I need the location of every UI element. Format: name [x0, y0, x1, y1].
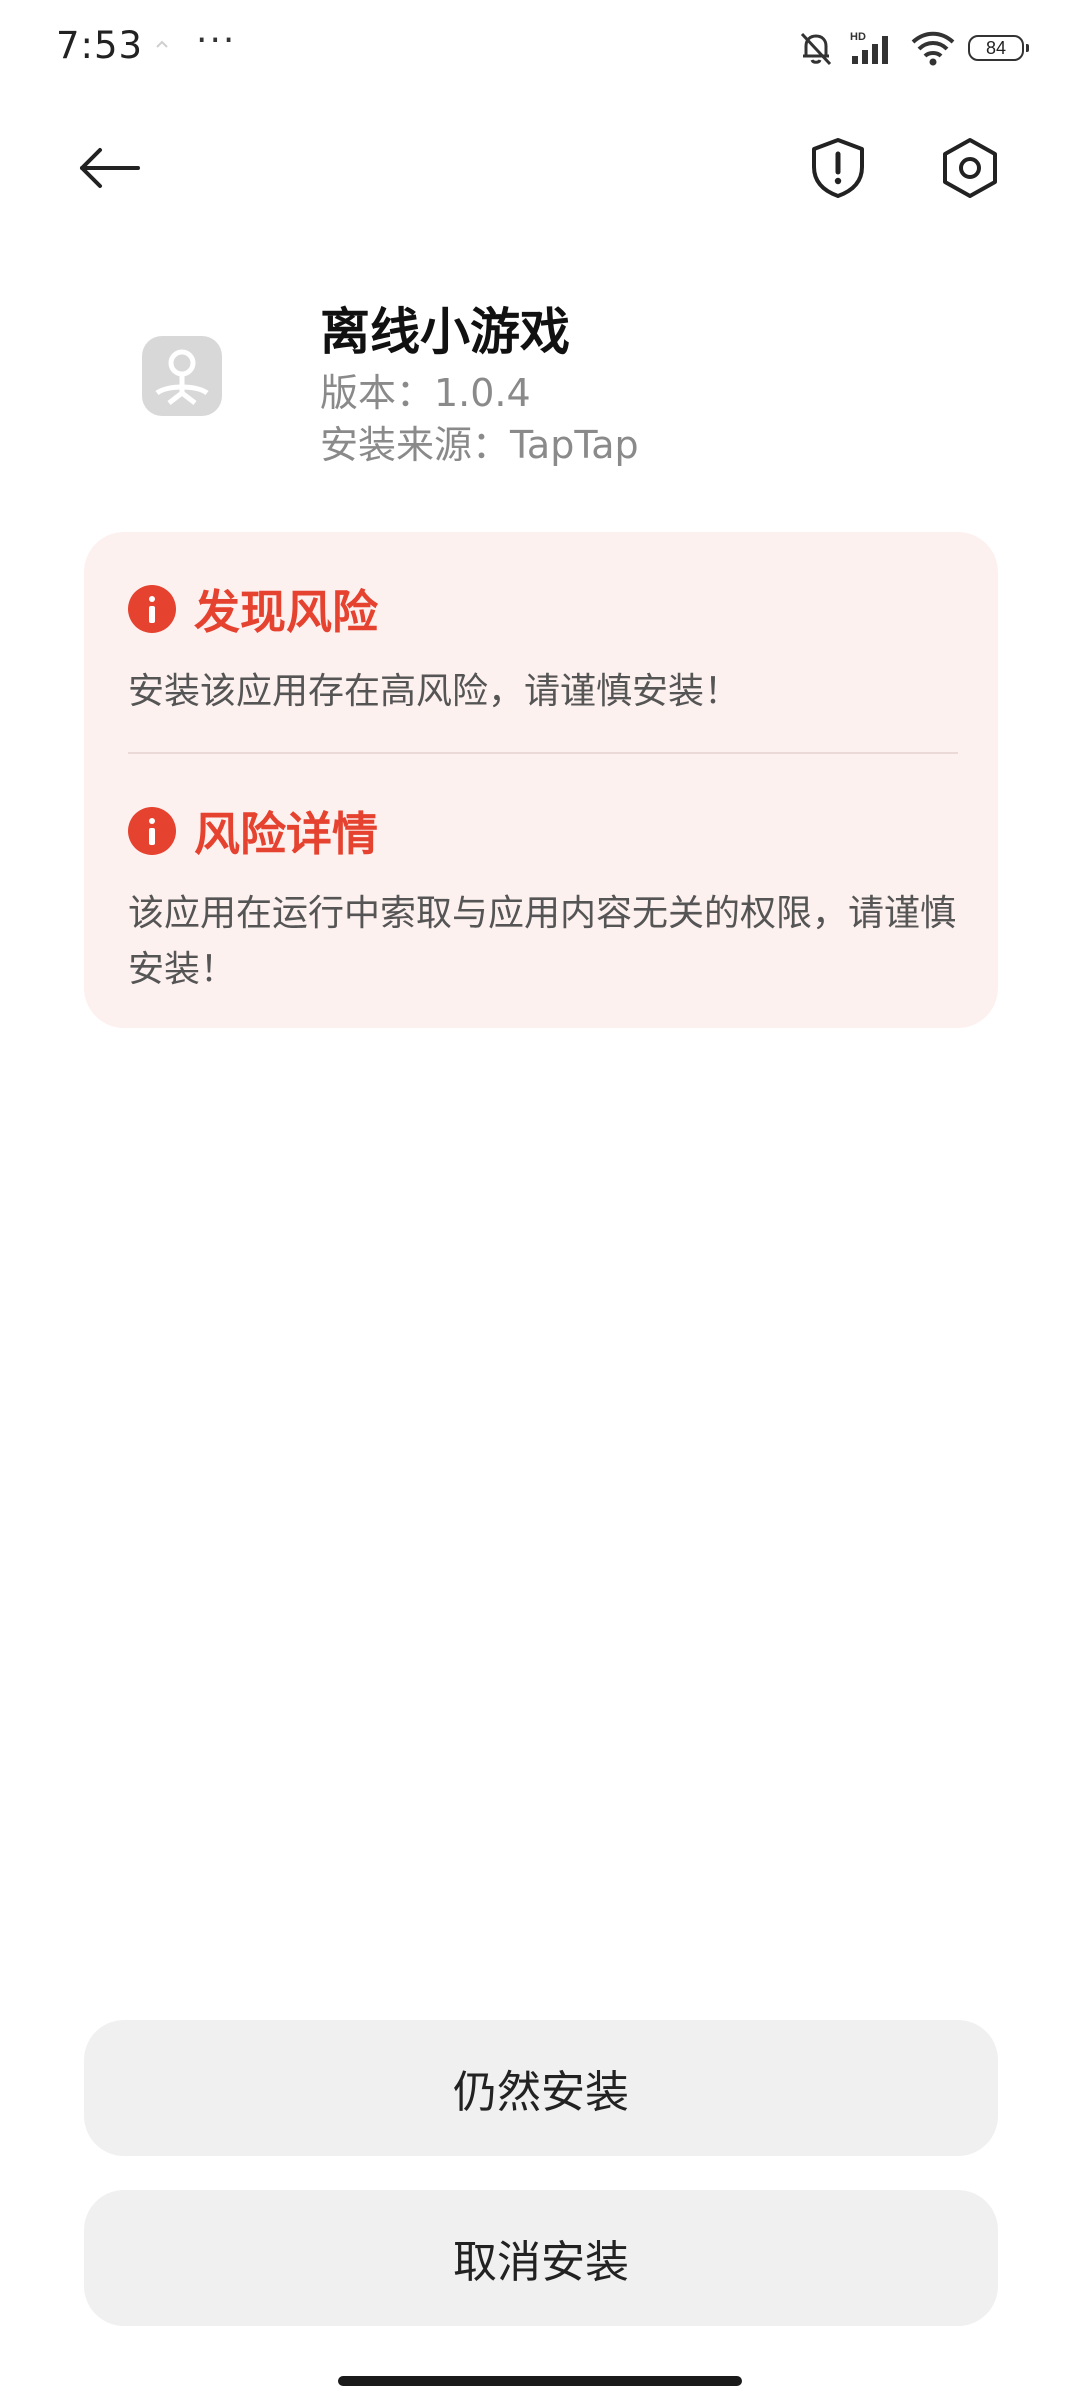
settings-button[interactable]	[932, 130, 1008, 206]
status-bar: 7:53 ··· HD 84	[0, 0, 1080, 96]
risk-details-section: 风险详情 该应用在运行中索取与应用内容无关的权限，请谨慎安装！	[128, 798, 958, 998]
app-name: 离线小游戏	[320, 303, 570, 361]
more-notifications-dots: ···	[196, 20, 237, 61]
app-logo-icon	[155, 349, 209, 405]
settings-hex-icon	[943, 138, 997, 198]
risk-card: 发现风险 安装该应用存在高风险，请谨慎安装！ 风险详情 该应用在运行中索取与应用…	[84, 532, 998, 1028]
info-alert-icon	[128, 807, 176, 855]
notification-small-icon	[156, 40, 168, 48]
battery-icon: 84	[968, 35, 1029, 61]
shield-alert-icon	[812, 138, 864, 198]
risk-details-description: 该应用在运行中索取与应用内容无关的权限，请谨慎安装！	[128, 893, 957, 990]
back-arrow-icon	[80, 148, 140, 188]
risk-details-title: 风险详情	[194, 807, 378, 861]
security-button[interactable]	[800, 130, 876, 206]
cancel-install-button[interactable]: 取消安装	[84, 2190, 998, 2326]
divider	[128, 752, 958, 754]
risk-details-header: 风险详情	[128, 798, 958, 864]
app-version: 版本：1.0.4	[320, 371, 531, 415]
app-icon	[142, 336, 222, 416]
info-alert-icon	[128, 585, 176, 633]
muted-bell-icon	[800, 32, 832, 66]
back-button[interactable]	[72, 130, 148, 206]
svg-text:HD: HD	[850, 31, 866, 43]
install-anyway-button[interactable]: 仍然安装	[84, 2020, 998, 2156]
wifi-icon	[911, 31, 955, 66]
status-icons: HD 84	[796, 28, 1029, 68]
hd-signal-icon: HD	[850, 31, 888, 64]
status-time: 7:53	[56, 24, 144, 67]
risk-found-title: 发现风险	[194, 585, 378, 639]
install-warning-screen: 7:53 ··· HD 84 离线小游戏 版本：1.0.4 安装来源：TapTa…	[0, 0, 1080, 2401]
home-indicator[interactable]	[338, 2376, 742, 2386]
risk-found-description: 安装该应用存在高风险，请谨慎安装！	[128, 671, 741, 712]
risk-found-header: 发现风险	[128, 576, 958, 642]
battery-level: 84	[985, 37, 1007, 58]
install-source: 安装来源：TapTap	[320, 423, 639, 467]
risk-found-section: 发现风险 安装该应用存在高风险，请谨慎安装！	[128, 576, 958, 720]
